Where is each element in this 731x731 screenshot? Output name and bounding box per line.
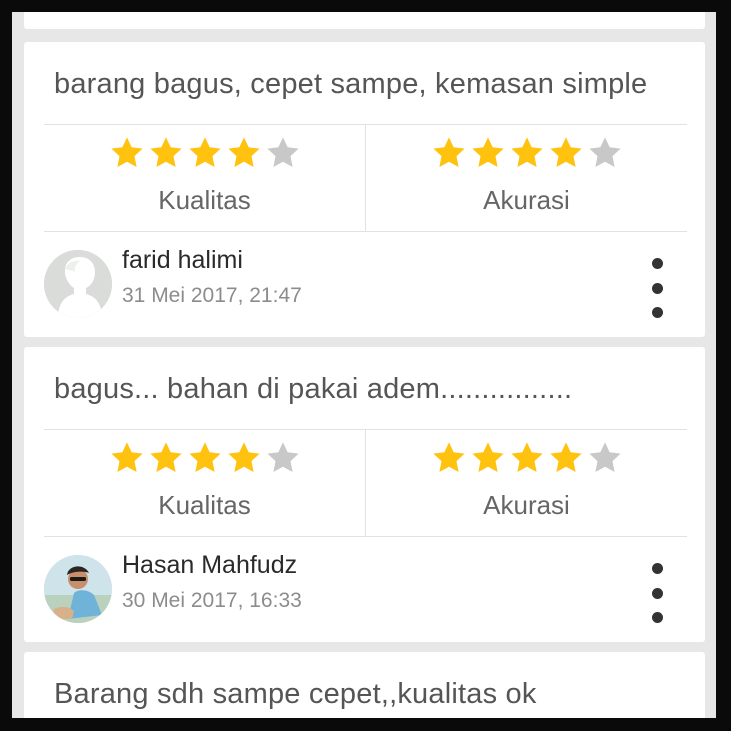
review-card: barang bagus, cepet sampe, kemasan simpl… [24, 42, 705, 337]
review-list: barang bagus, cepet sampe, kemasan simpl… [12, 12, 716, 718]
star-icon [588, 137, 621, 167]
star-icon [266, 137, 299, 167]
star-icon [549, 137, 582, 167]
default-avatar-icon [44, 250, 112, 318]
review-date: 30 Mei 2017, 16:33 [122, 589, 302, 612]
reviewer-name[interactable]: farid halimi [122, 246, 243, 275]
ratings-row: Kualitas Akurasi [44, 429, 687, 537]
star-icon [149, 137, 182, 167]
review-card: bagus... bahan di pakai adem............… [24, 347, 705, 642]
review-date: 31 Mei 2017, 21:47 [122, 284, 302, 307]
review-text: barang bagus, cepet sampe, kemasan simpl… [54, 68, 648, 100]
star-rating [44, 440, 365, 476]
rating-label: Kualitas [158, 490, 251, 520]
star-icon [588, 442, 621, 472]
star-icon [510, 137, 543, 167]
star-rating [366, 135, 687, 171]
reviewer-info: farid halimi 31 Mei 2017, 21:47 [44, 242, 687, 322]
star-rating [44, 135, 365, 171]
rating-label: Kualitas [158, 185, 251, 215]
star-rating [366, 440, 687, 476]
rating-accuracy: Akurasi [366, 430, 687, 536]
rating-quality: Kualitas [44, 430, 366, 536]
star-icon [549, 442, 582, 472]
star-icon [432, 442, 465, 472]
reviewer-info: Hasan Mahfudz 30 Mei 2017, 16:33 [44, 547, 687, 627]
star-icon [227, 442, 260, 472]
review-text: Barang sdh sampe cepet,,kualitas ok [54, 678, 537, 710]
avatar[interactable] [44, 250, 112, 318]
review-card: Barang sdh sampe cepet,,kualitas ok [24, 652, 705, 718]
star-icon [149, 442, 182, 472]
rating-quality: Kualitas [44, 125, 366, 231]
rating-accuracy: Akurasi [366, 125, 687, 231]
more-vertical-icon[interactable] [645, 563, 669, 623]
star-icon [188, 137, 221, 167]
star-icon [471, 137, 504, 167]
star-icon [471, 442, 504, 472]
rating-label: Akurasi [483, 185, 570, 215]
star-icon [432, 137, 465, 167]
review-text: bagus... bahan di pakai adem............… [54, 373, 573, 405]
star-icon [110, 137, 143, 167]
rating-label: Akurasi [483, 490, 570, 520]
avatar[interactable] [44, 555, 112, 623]
ratings-row: Kualitas Akurasi [44, 124, 687, 232]
star-icon [266, 442, 299, 472]
reviewer-name[interactable]: Hasan Mahfudz [122, 551, 297, 580]
star-icon [110, 442, 143, 472]
more-vertical-icon[interactable] [645, 258, 669, 318]
photo-avatar-icon [44, 555, 112, 623]
star-icon [510, 442, 543, 472]
star-icon [227, 137, 260, 167]
review-card-partial-top [24, 12, 705, 29]
star-icon [188, 442, 221, 472]
